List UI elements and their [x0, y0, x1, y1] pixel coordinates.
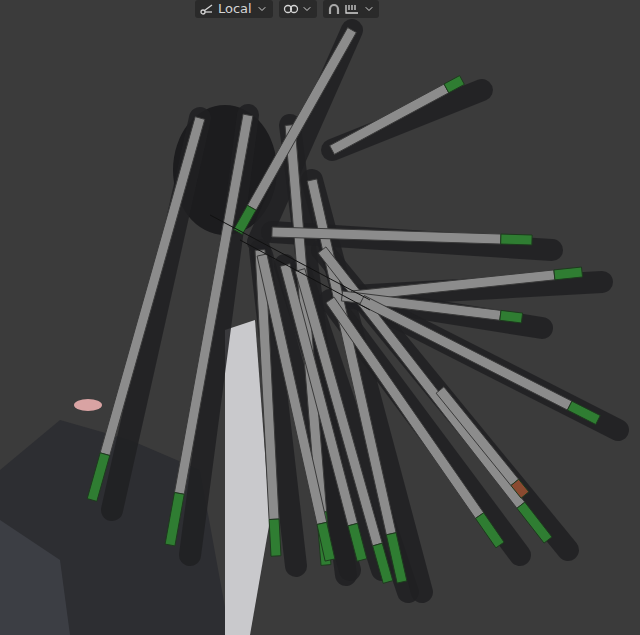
chevron-down-icon — [363, 3, 375, 15]
snap-target-icon[interactable] — [345, 3, 359, 15]
bone[interactable] — [272, 227, 532, 245]
scene-drawing — [0, 0, 640, 635]
viewport-header: Local — [195, 0, 379, 18]
magnet-icon[interactable] — [327, 2, 341, 16]
pivot-point-icon — [283, 3, 299, 15]
bone[interactable] — [165, 114, 253, 546]
bone[interactable] — [280, 264, 367, 562]
bone[interactable] — [234, 28, 357, 235]
blender-viewport[interactable]: Local — [0, 0, 640, 635]
snapping-group — [323, 0, 379, 18]
bone[interactable] — [330, 76, 465, 155]
bone[interactable] — [436, 387, 529, 498]
pivot-point-dropdown[interactable] — [279, 0, 317, 18]
bone[interactable] — [360, 296, 601, 425]
transform-orientation-dropdown[interactable]: Local — [195, 0, 273, 18]
chevron-down-icon — [256, 3, 268, 15]
transform-orientation-label: Local — [218, 1, 252, 17]
bone[interactable] — [326, 297, 504, 548]
transform-orientation-icon — [200, 3, 214, 15]
chevron-down-icon — [301, 3, 313, 15]
